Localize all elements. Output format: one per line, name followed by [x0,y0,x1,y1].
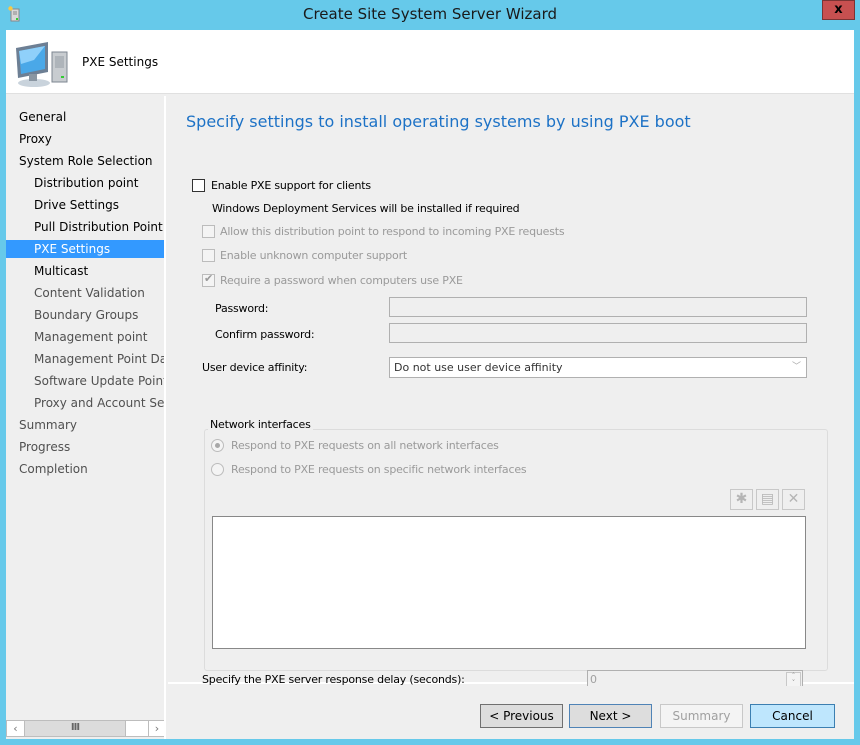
delete-interface-button[interactable]: ✕ [782,489,805,510]
summary-button[interactable]: Summary [660,704,743,728]
nav-item-proxy[interactable]: Proxy [6,130,164,148]
network-interfaces-list[interactable] [212,516,806,649]
previous-button[interactable]: < Previous [480,704,563,728]
confirm-password-label: Confirm password: [215,328,315,341]
page-heading: Specify settings to install operating sy… [186,112,691,131]
nav-item-boundary-groups[interactable]: Boundary Groups [6,306,164,324]
cancel-button[interactable]: Cancel [750,704,835,728]
nav-horizontal-scrollbar[interactable]: ‹ III › [6,720,164,737]
password-label: Password: [215,302,269,315]
nav-item-management-point-database[interactable]: Management Point Database [6,350,164,368]
all-interfaces-radio[interactable] [211,439,224,452]
nav-item-drive-settings[interactable]: Drive Settings [6,196,164,214]
wizard-window: PXE Settings General Proxy System Role S… [6,30,854,739]
all-interfaces-label: Respond to PXE requests on all network i… [231,439,499,452]
next-button[interactable]: Next > [569,704,652,728]
nav-item-distribution-point[interactable]: Distribution point [6,174,164,192]
nav-item-pull-distribution-point[interactable]: Pull Distribution Point [6,218,164,236]
computer-icon [14,40,70,88]
nav-item-summary[interactable]: Summary [6,416,164,434]
header-title: PXE Settings [82,55,159,69]
content-panel: Specify settings to install operating sy… [168,96,854,690]
allow-respond-checkbox[interactable] [202,225,215,238]
interface-properties-button[interactable]: ▤ [756,489,779,510]
unknown-computer-label: Enable unknown computer support [220,249,408,262]
allow-respond-label: Allow this distribution point to respond… [220,225,565,238]
specific-interfaces-radio[interactable] [211,463,224,476]
nav-item-proxy-and-account-settings[interactable]: Proxy and Account Settings [6,394,164,412]
password-input[interactable] [389,297,807,317]
nav-item-general[interactable]: General [6,108,164,126]
chevron-down-icon: ﹀ [791,362,801,372]
checkmark-icon: ✔ [204,272,214,285]
title-bar: Create Site System Server Wizard x [0,0,860,30]
wizard-header: PXE Settings [6,30,854,94]
user-device-affinity-label: User device affinity: [202,361,308,374]
response-delay-value: 0 [590,673,597,686]
close-button[interactable]: x [822,0,855,20]
nav-item-multicast[interactable]: Multicast [6,262,164,280]
wizard-footer: < Previous Next > Summary Cancel [168,686,854,739]
nav-item-system-role-selection[interactable]: System Role Selection [6,152,164,170]
nav-item-content-validation[interactable]: Content Validation [6,284,164,302]
wds-note: Windows Deployment Services will be inst… [212,202,520,215]
nav-item-management-point[interactable]: Management point [6,328,164,346]
scroll-left-icon[interactable]: ‹ [7,721,24,736]
new-interface-button[interactable]: ✱ [730,489,753,510]
nav-item-pxe-settings[interactable]: PXE Settings [6,240,164,258]
scrollbar-thumb[interactable]: III [24,721,126,736]
delete-x-icon: ✕ [787,491,800,507]
new-star-icon: ✱ [735,491,748,507]
unknown-computer-checkbox[interactable] [202,249,215,262]
confirm-password-input[interactable] [389,323,807,343]
enable-pxe-checkbox[interactable] [192,179,205,192]
properties-icon: ▤ [760,491,775,507]
window-title: Create Site System Server Wizard [303,5,557,23]
nav-item-software-update-point[interactable]: Software Update Point [6,372,164,390]
require-password-checkbox[interactable]: ✔ [202,272,215,287]
network-interfaces-title: Network interfaces [208,418,313,431]
enable-pxe-label[interactable]: Enable PXE support for clients [211,179,371,192]
radio-selected-dot [215,443,220,448]
user-device-affinity-value: Do not use user device affinity [394,361,563,374]
nav-item-completion[interactable]: Completion [6,460,164,478]
specific-interfaces-label: Respond to PXE requests on specific netw… [231,463,527,476]
response-delay-label: Specify the PXE server response delay (s… [202,673,465,686]
nav-item-progress[interactable]: Progress [6,438,164,456]
scroll-right-icon[interactable]: › [148,721,164,736]
require-password-label: Require a password when computers use PX… [220,274,463,287]
wizard-navigation: General Proxy System Role Selection Dist… [6,96,166,739]
user-device-affinity-select[interactable]: Do not use user device affinity ﹀ [389,357,807,378]
